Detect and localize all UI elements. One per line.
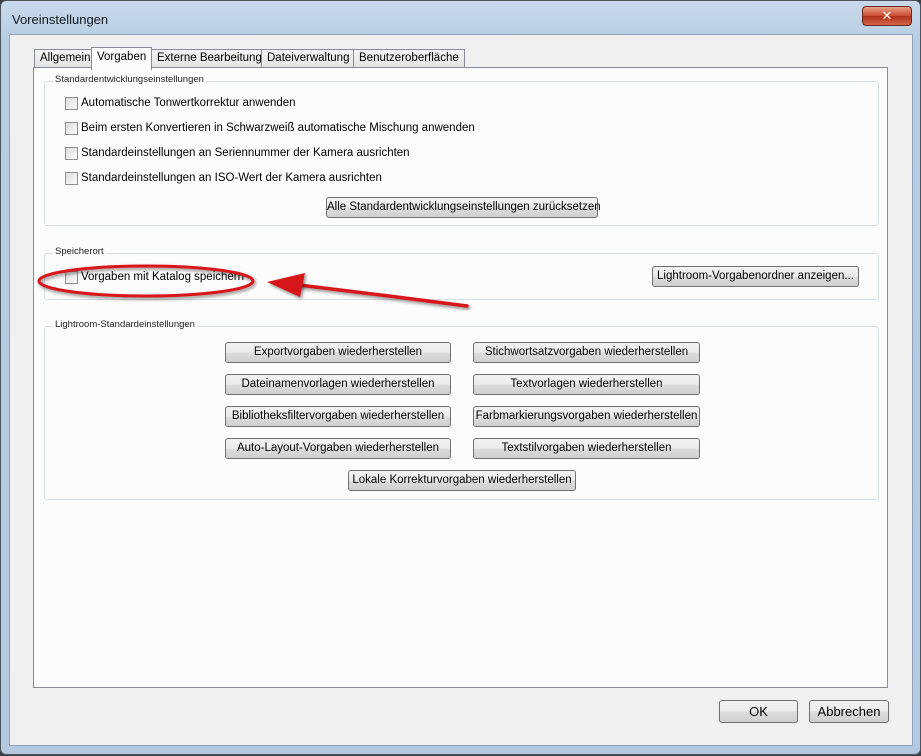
restore-color-label-presets-button[interactable]: Farbmarkierungsvorgaben wiederherstellen (473, 406, 700, 427)
serial-number-label: Standardeinstellungen an Seriennummer de… (81, 147, 410, 159)
preferences-window: Voreinstellungen ✕ Allgemein Vorgaben Ex… (0, 0, 921, 755)
restore-text-style-presets-button[interactable]: Textstilvorgaben wiederherstellen (473, 438, 700, 459)
window-title: Voreinstellungen (12, 12, 109, 27)
restore-text-templates-button[interactable]: Textvorlagen wiederherstellen (473, 374, 700, 395)
tab-externe-bearbeitung[interactable]: Externe Bearbeitung (151, 49, 268, 68)
restore-keyword-set-presets-button[interactable]: Stichwortsatzvorgaben wiederherstellen (473, 342, 700, 363)
serial-number-checkbox[interactable] (65, 147, 78, 160)
location-group-title: Speicherort (53, 246, 106, 257)
title-bar[interactable]: Voreinstellungen ✕ (1, 1, 920, 35)
location-group: Speicherort Vorgaben mit Katalog speiche… (44, 246, 879, 300)
cancel-button[interactable]: Abbrechen (809, 700, 889, 723)
store-with-catalog-checkbox[interactable] (65, 271, 78, 284)
reset-defaults-button[interactable]: Alle Standardentwicklungseinstellungen z… (326, 197, 601, 218)
close-button[interactable]: ✕ (862, 6, 912, 26)
defaults-group: Lightroom-Standardeinstellungen Exportvo… (44, 319, 879, 500)
standard-group-title: Standardentwicklungseinstellungen (53, 74, 206, 85)
restore-local-adjustment-presets-button[interactable]: Lokale Korrekturvorgaben wiederherstelle… (348, 470, 576, 491)
restore-export-presets-button[interactable]: Exportvorgaben wiederherstellen (225, 342, 451, 363)
bw-auto-mix-label: Beim ersten Konvertieren in Schwarzweiß … (81, 122, 475, 134)
auto-tone-label: Automatische Tonwertkorrektur anwenden (81, 97, 296, 109)
tab-vorgaben[interactable]: Vorgaben (91, 47, 153, 70)
store-with-catalog-label: Vorgaben mit Katalog speichern (81, 271, 245, 283)
standard-group: Standardentwicklungseinstellungen Automa… (44, 74, 879, 226)
restore-library-filter-presets-button[interactable]: Bibliotheksfiltervorgaben wiederherstell… (225, 406, 451, 427)
defaults-group-title: Lightroom-Standardeinstellungen (53, 319, 197, 330)
iso-value-label: Standardeinstellungen an ISO-Wert der Ka… (81, 172, 382, 184)
tab-allgemein[interactable]: Allgemein (34, 49, 97, 68)
iso-value-checkbox[interactable] (65, 172, 78, 185)
vorgaben-panel: Standardentwicklungseinstellungen Automa… (33, 67, 888, 688)
tab-benutzeroberflaeche[interactable]: Benutzeroberfläche (353, 49, 465, 68)
dialog-body: Allgemein Vorgaben Externe Bearbeitung D… (9, 34, 913, 746)
show-preset-folder-button[interactable]: Lightroom-Vorgabenordner anzeigen... (652, 266, 859, 287)
restore-auto-layout-presets-button[interactable]: Auto-Layout-Vorgaben wiederherstellen (225, 438, 451, 459)
ok-button[interactable]: OK (719, 700, 798, 723)
bw-auto-mix-checkbox[interactable] (65, 122, 78, 135)
tab-dateiverwaltung[interactable]: Dateiverwaltung (261, 49, 356, 68)
auto-tone-checkbox[interactable] (65, 97, 78, 110)
restore-filename-templates-button[interactable]: Dateinamenvorlagen wiederherstellen (225, 374, 451, 395)
